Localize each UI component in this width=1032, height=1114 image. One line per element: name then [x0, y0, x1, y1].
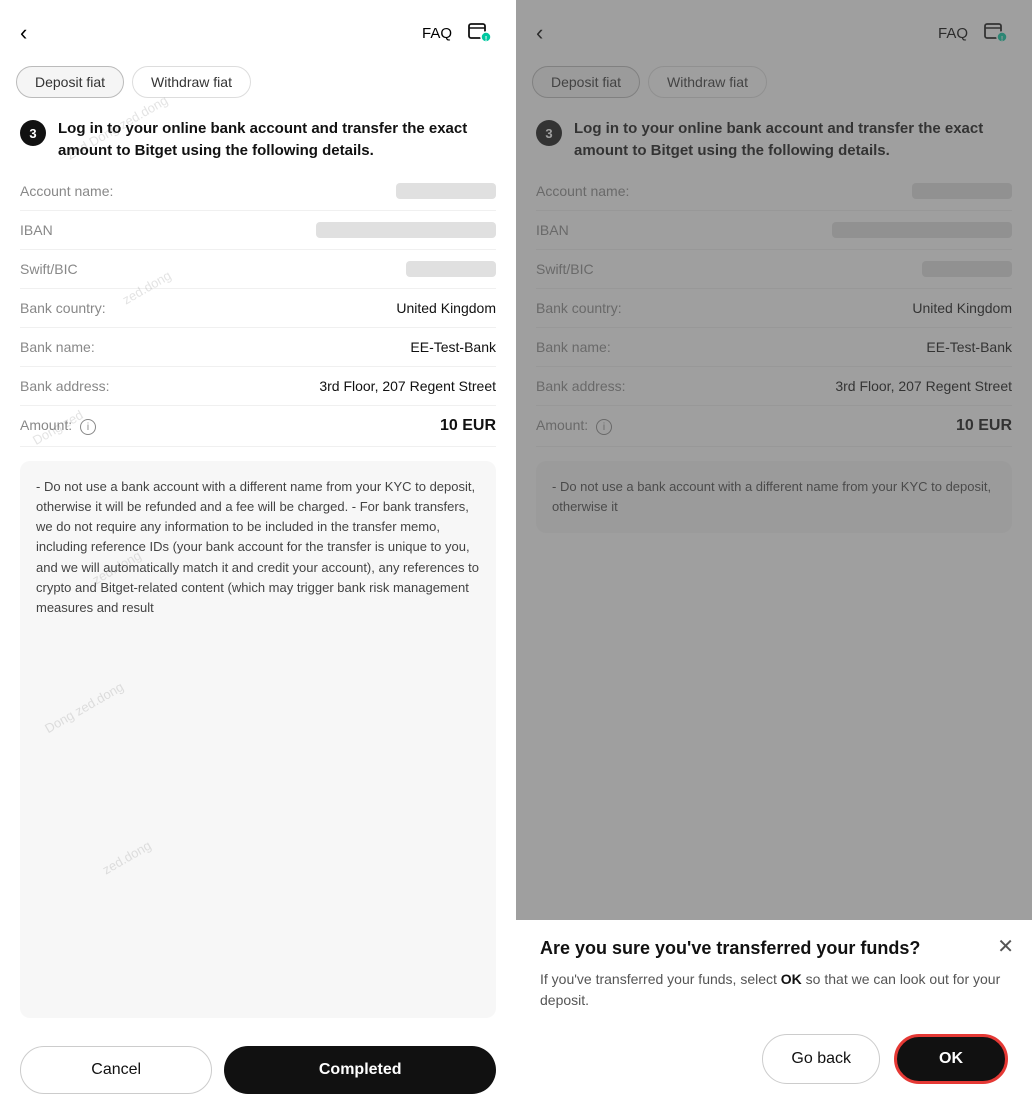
detail-iban-left: IBAN: [20, 211, 496, 250]
detail-amount-left: Amount: i 10 EUR: [20, 406, 496, 448]
back-button[interactable]: ‹: [20, 16, 35, 50]
value-iban-left: [316, 222, 496, 238]
detail-bank-name-left: Bank name: EE-Test-Bank: [20, 328, 496, 367]
modal-buttons: Go back OK: [540, 1034, 1008, 1084]
step-section-left: 3 Log in to your online bank account and…: [0, 104, 516, 172]
left-header: ‹ FAQ !: [0, 0, 516, 60]
dim-overlay: [516, 0, 1032, 920]
bank-details-left: Account name: IBAN Swift/BIC Bank countr…: [0, 172, 516, 448]
modal-body-text-start: If you've transferred your funds, select: [540, 971, 781, 987]
value-amount-left: 10 EUR: [440, 417, 496, 435]
value-account-name-left: [396, 183, 496, 199]
right-main-area: ‹ FAQ ! Deposit fiat Withdraw fiat: [516, 0, 1032, 920]
value-bank-address-left: 3rd Floor, 207 Regent Street: [319, 378, 496, 394]
detail-bank-address-left: Bank address: 3rd Floor, 207 Regent Stre…: [20, 367, 496, 406]
ok-button[interactable]: OK: [894, 1034, 1008, 1084]
left-tabs: Deposit fiat Withdraw fiat: [0, 60, 516, 104]
modal-body-bold: OK: [781, 971, 802, 987]
notification-icon[interactable]: !: [464, 17, 496, 49]
detail-bank-country-left: Bank country: United Kingdom: [20, 289, 496, 328]
cancel-button[interactable]: Cancel: [20, 1046, 212, 1094]
step-instruction-left: Log in to your online bank account and t…: [58, 118, 496, 162]
notice-box-left: - Do not use a bank account with a diffe…: [20, 461, 496, 1018]
label-iban-left: IBAN: [20, 222, 53, 238]
label-bank-name-left: Bank name:: [20, 339, 95, 355]
step-number-left: 3: [20, 120, 46, 146]
label-bank-country-left: Bank country:: [20, 300, 106, 316]
label-amount-left: Amount: i: [20, 417, 96, 436]
tab-withdraw-fiat-left[interactable]: Withdraw fiat: [132, 66, 251, 98]
go-back-button[interactable]: Go back: [762, 1034, 880, 1084]
value-bank-name-left: EE-Test-Bank: [410, 339, 496, 355]
completed-button[interactable]: Completed: [224, 1046, 496, 1094]
modal-close-button[interactable]: ✕: [997, 934, 1014, 959]
bottom-buttons-left: Cancel Completed: [0, 1032, 516, 1114]
header-right: FAQ !: [422, 17, 496, 49]
modal-body: If you've transferred your funds, select…: [540, 969, 1008, 1012]
label-swift-left: Swift/BIC: [20, 261, 78, 277]
svg-text:!: !: [485, 36, 487, 43]
notice-text-left: - Do not use a bank account with a diffe…: [36, 477, 480, 618]
detail-swift-left: Swift/BIC: [20, 250, 496, 289]
value-swift-left: [406, 261, 496, 277]
faq-link[interactable]: FAQ: [422, 25, 452, 42]
modal-title: Are you sure you've transferred your fun…: [540, 938, 1008, 959]
tab-deposit-fiat-left[interactable]: Deposit fiat: [16, 66, 124, 98]
label-bank-address-left: Bank address:: [20, 378, 110, 394]
right-panel: ‹ FAQ ! Deposit fiat Withdraw fiat: [516, 0, 1032, 1114]
amount-info-icon-left[interactable]: i: [80, 419, 96, 435]
value-bank-country-left: United Kingdom: [396, 300, 496, 316]
label-account-name-left: Account name:: [20, 183, 113, 199]
left-panel: Zed Dong zed.dong zed.dong Dong zed zed.…: [0, 0, 516, 1114]
detail-account-name-left: Account name:: [20, 172, 496, 211]
confirmation-modal: ✕ Are you sure you've transferred your f…: [516, 920, 1032, 1114]
